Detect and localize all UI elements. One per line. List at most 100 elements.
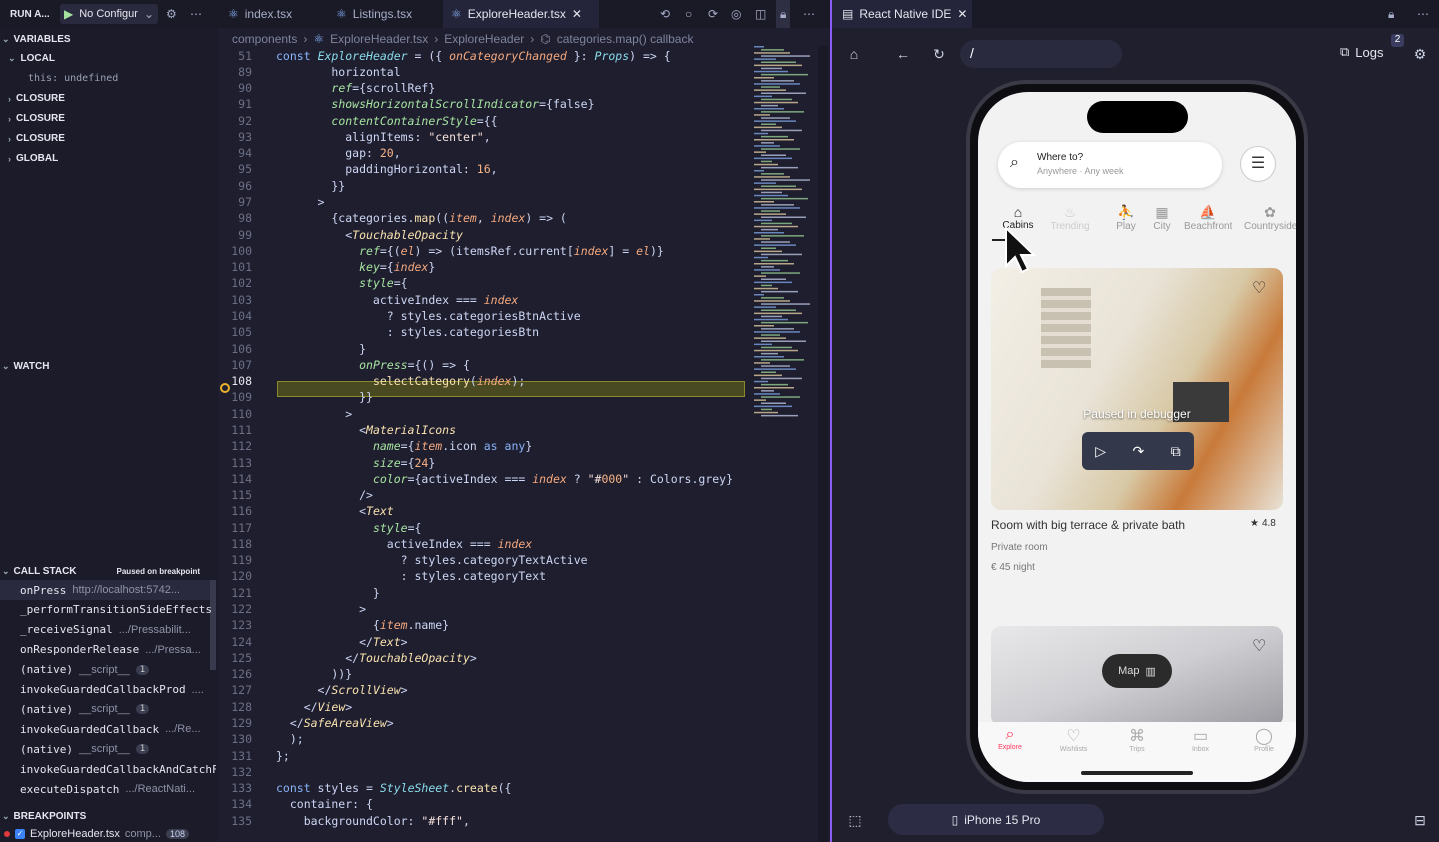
category-beachfront[interactable]: ⛵ Beachfront: [1184, 204, 1232, 232]
breadcrumb-item[interactable]: ExploreHeader.tsx: [330, 32, 428, 46]
stack-frame[interactable]: executeDispatch .../ReactNati...: [20, 779, 216, 799]
line-number[interactable]: 126: [218, 667, 254, 683]
step-over-icon[interactable]: ↷: [1133, 443, 1145, 460]
breadcrumb-item[interactable]: categories.map() callback: [557, 32, 694, 46]
local-scope[interactable]: ⌄ LOCAL: [8, 53, 55, 64]
line-number[interactable]: 94: [218, 146, 254, 162]
line-number[interactable]: 100: [218, 244, 254, 260]
line-number[interactable]: 102: [218, 276, 254, 292]
line-number[interactable]: 101: [218, 260, 254, 276]
call-stack-section[interactable]: ⌄ CALL STACK Paused on breakpoint: [0, 561, 218, 581]
closure-scope[interactable]: › CLOSURE: [8, 93, 65, 104]
checkbox[interactable]: ✓: [15, 829, 25, 839]
reload-icon[interactable]: ↻: [929, 44, 949, 64]
line-number[interactable]: 97: [218, 195, 254, 211]
heart-icon[interactable]: ♡: [1252, 636, 1266, 656]
line-number[interactable]: 135: [218, 814, 254, 830]
line-number[interactable]: 124: [218, 635, 254, 651]
category-countryside[interactable]: ✿ Countryside: [1244, 204, 1296, 232]
tab-react-native-ide[interactable]: ▤ React Native IDE ✕: [832, 0, 972, 28]
device-screen[interactable]: ⌕ Where to? Anywhere · Any week ☰ ⌂ Cabin…: [978, 92, 1296, 782]
back-arrow-icon[interactable]: ←: [893, 44, 913, 64]
line-number[interactable]: 116: [218, 504, 254, 520]
device-select[interactable]: ▯ iPhone 15 Pro: [888, 804, 1104, 835]
line-number[interactable]: 128: [218, 700, 254, 716]
breadcrumb-item[interactable]: ExploreHeader: [444, 32, 524, 46]
closure-scope[interactable]: › CLOSURE: [8, 113, 65, 124]
nav-inbox[interactable]: ▭ Inbox: [1181, 726, 1221, 753]
home-icon[interactable]: ⌂: [844, 44, 864, 64]
line-number[interactable]: 125: [218, 651, 254, 667]
line-number[interactable]: 92: [218, 114, 254, 130]
line-number[interactable]: 114: [218, 472, 254, 488]
watch-section[interactable]: ⌄ WATCH: [0, 356, 218, 376]
history-icon[interactable]: ⟲: [660, 0, 670, 28]
line-number[interactable]: 107: [218, 358, 254, 374]
nav-trips[interactable]: ⌘ Trips: [1117, 726, 1157, 753]
line-number[interactable]: 51: [218, 49, 254, 65]
line-number[interactable]: 119: [218, 553, 254, 569]
gear-icon[interactable]: ⚙: [166, 0, 177, 28]
tab-exploreheader[interactable]: ⚛ ExploreHeader.tsx ✕: [443, 0, 599, 28]
line-number[interactable]: 118: [218, 537, 254, 553]
breadcrumb-item[interactable]: components: [232, 32, 297, 46]
line-number[interactable]: 133: [218, 781, 254, 797]
line-number[interactable]: 130: [218, 732, 254, 748]
stack-frame[interactable]: _receiveSignal .../Pressabilit...: [20, 620, 216, 640]
line-number[interactable]: 131: [218, 749, 254, 765]
stack-frame[interactable]: onPress http://localhost:5742...: [20, 580, 216, 600]
stack-frame[interactable]: invokeGuardedCallbackAndCatchFirs: [20, 759, 216, 779]
resume-icon[interactable]: ▷: [1095, 443, 1106, 460]
map-button[interactable]: Map ▥: [1102, 654, 1172, 688]
circle-icon[interactable]: ○: [685, 0, 692, 28]
redo-icon[interactable]: ⟳: [708, 0, 718, 28]
line-number[interactable]: 96: [218, 179, 254, 195]
line-number[interactable]: 127: [218, 683, 254, 699]
line-number[interactable]: 134: [218, 797, 254, 813]
split-editor-icon[interactable]: ◫: [755, 0, 766, 28]
nav-explore[interactable]: ⌕ Explore: [990, 726, 1030, 751]
line-number[interactable]: 111: [218, 423, 254, 439]
global-scope[interactable]: › GLOBAL: [8, 153, 58, 164]
more-icon[interactable]: ⋯: [1417, 0, 1429, 28]
toggle-icon[interactable]: ⊟: [1411, 811, 1429, 829]
more-icon[interactable]: ⋯: [803, 0, 815, 28]
line-number[interactable]: 93: [218, 130, 254, 146]
category-trending[interactable]: ♨ Trending: [1046, 204, 1094, 232]
line-number[interactable]: 104: [218, 309, 254, 325]
config-select[interactable]: ▶ No Configur ⌄: [60, 4, 158, 24]
breakpoints-section[interactable]: ⌄ BREAKPOINTS: [0, 806, 218, 826]
heart-icon[interactable]: ♡: [1252, 278, 1266, 298]
line-number[interactable]: 115: [218, 488, 254, 504]
editor-scrollbar[interactable]: [818, 46, 828, 842]
close-icon[interactable]: ✕: [957, 7, 967, 21]
minimap[interactable]: [752, 46, 818, 426]
tab-listings[interactable]: ⚛ Listings.tsx: [328, 0, 443, 28]
line-number[interactable]: 123: [218, 618, 254, 634]
inspect-icon[interactable]: ⬚: [846, 811, 864, 829]
line-number[interactable]: 113: [218, 456, 254, 472]
search-bar[interactable]: ⌕ Where to? Anywhere · Any week: [998, 142, 1222, 188]
compass-icon[interactable]: ◎: [731, 0, 741, 28]
stack-frame[interactable]: (native) __script__ 1: [20, 660, 216, 680]
lock-icon[interactable]: 🔒︎: [776, 0, 791, 28]
line-number[interactable]: 89: [218, 65, 254, 81]
stack-frame[interactable]: invokeGuardedCallbackProd....: [20, 680, 216, 700]
line-number[interactable]: 105: [218, 325, 254, 341]
logs-button[interactable]: ⧉ Logs: [1340, 44, 1384, 60]
close-icon[interactable]: ✕: [572, 7, 582, 21]
filter-button[interactable]: ☰: [1240, 146, 1276, 182]
line-number[interactable]: 117: [218, 521, 254, 537]
line-number[interactable]: 99: [218, 228, 254, 244]
line-number[interactable]: 121: [218, 586, 254, 602]
stack-frame[interactable]: _performTransitionSideEffects: [20, 600, 216, 620]
nav-wishlists[interactable]: ♡ Wishlists: [1054, 726, 1094, 753]
stack-frame[interactable]: (native) __script__ 1: [20, 699, 216, 719]
line-number[interactable]: 129: [218, 716, 254, 732]
url-input[interactable]: /: [960, 40, 1122, 68]
open-devtools-icon[interactable]: ⧉: [1171, 443, 1181, 460]
category-city[interactable]: ▦ City: [1138, 204, 1186, 232]
line-number[interactable]: 106: [218, 342, 254, 358]
line-number[interactable]: 95: [218, 162, 254, 178]
line-number[interactable]: 90: [218, 81, 254, 97]
